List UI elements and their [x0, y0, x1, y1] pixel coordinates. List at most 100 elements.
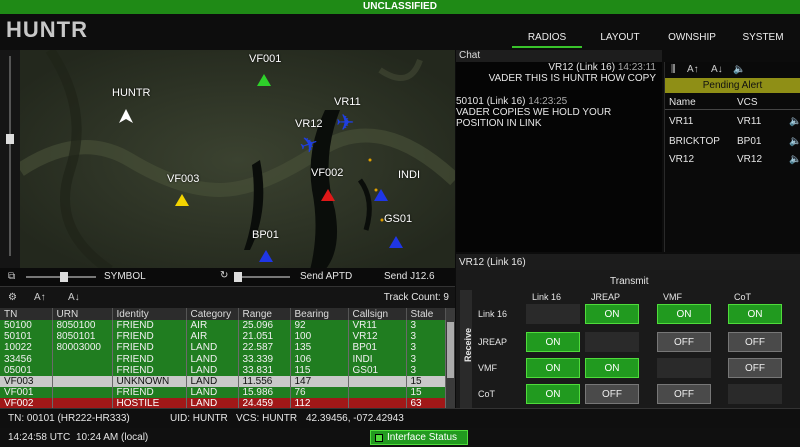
table-scrollbar[interactable]: [446, 308, 455, 408]
column-header[interactable]: TN: [0, 308, 53, 320]
footer-bar: 14:24:58 UTC 10:24 AM (local) Interface …: [0, 428, 800, 447]
scrollbar-thumb[interactable]: [447, 322, 454, 378]
tn-status: TN: 00101 (HR222-HR333): [8, 413, 130, 424]
table-cell: 76: [290, 387, 349, 399]
table-row[interactable]: 10022 80003000 FRIEND LAND 22.587 135 BP01 3: [0, 342, 446, 354]
link-toggle-button[interactable]: ON: [526, 384, 580, 404]
alert-name[interactable]: BRICKTOP: [669, 136, 720, 147]
table-cell: 3: [406, 364, 446, 376]
link-toggle-button[interactable]: OFF: [657, 332, 711, 352]
zoom-slider-handle[interactable]: [6, 134, 14, 144]
sort-ascending-icon[interactable]: A↑: [687, 64, 699, 75]
link-toggle-button[interactable]: OFF: [585, 384, 639, 404]
sort-descending-icon[interactable]: A↓: [711, 64, 723, 75]
friend-ground-marker[interactable]: [389, 236, 403, 248]
link-toggle-button[interactable]: ON: [657, 304, 711, 324]
equalizer-icon[interactable]: ⫼: [671, 64, 676, 75]
table-cell: LAND: [186, 398, 239, 408]
column-header[interactable]: URN: [52, 308, 113, 320]
table-row[interactable]: 50100 8050100 FRIEND AIR 25.096 92 VR11 3: [0, 320, 446, 332]
receive-row-label: Link 16: [478, 309, 508, 319]
link-toggle-button[interactable]: ON: [585, 304, 639, 324]
link-toggle-button[interactable]: ON: [526, 358, 580, 378]
column-header[interactable]: Category: [186, 308, 239, 320]
status-indicator-icon: [375, 434, 383, 442]
ownship-marker[interactable]: [119, 109, 133, 123]
table-cell: LAND: [186, 387, 239, 399]
table-cell: LAND: [186, 342, 239, 354]
tab-radios[interactable]: RADIOS: [512, 32, 582, 48]
send-j126-button[interactable]: Send J12.6: [384, 271, 435, 282]
table-cell: 11.556: [238, 375, 291, 388]
friend-ground-marker[interactable]: [374, 189, 388, 201]
interface-status-button[interactable]: Interface Status: [370, 430, 468, 445]
link-toggle-button[interactable]: ON: [585, 358, 639, 378]
aptd-slider-handle[interactable]: [234, 272, 242, 282]
alert-name[interactable]: VR11: [669, 116, 693, 127]
table-row[interactable]: 05001 FRIEND LAND 33.831 115 GS01 3: [0, 364, 446, 376]
table-cell: [348, 398, 407, 408]
table-cell: 3: [406, 342, 446, 354]
column-header[interactable]: Callsign: [348, 308, 407, 320]
aptd-slider-track[interactable]: [234, 276, 290, 278]
marker-label: BP01: [252, 229, 279, 241]
table-row[interactable]: 33456 FRIEND LAND 33.339 106 INDI 3: [0, 353, 446, 365]
link-toggle-button[interactable]: OFF: [657, 384, 711, 404]
refresh-icon[interactable]: ↻: [220, 270, 228, 281]
table-row[interactable]: VF001 FRIEND LAND 15.986 76 15: [0, 387, 446, 399]
tab-ownship[interactable]: OWNSHIP: [660, 32, 724, 48]
table-cell: 25.096: [238, 320, 291, 332]
friend-ground-marker[interactable]: [259, 250, 273, 262]
column-header[interactable]: Identity: [112, 308, 187, 320]
receive-row-label: JREAP: [478, 337, 508, 347]
speaker-icon[interactable]: 🔈: [789, 116, 800, 127]
alerts-panel: ⫼ A↑ A↓ 🔈 Pending Alert Name VCS VR11 VR…: [664, 62, 800, 252]
layers-icon[interactable]: ⧉: [8, 271, 15, 282]
link-toggle-button[interactable]: OFF: [728, 358, 782, 378]
table-row[interactable]: 50101 8050101 FRIEND AIR 21.051 100 VR12 3: [0, 331, 446, 343]
interface-status-label: Interface Status: [387, 432, 458, 443]
table-cell: [52, 364, 113, 376]
column-header[interactable]: Stale: [406, 308, 446, 320]
pending-alert-banner[interactable]: Pending Alert: [665, 78, 800, 93]
alert-vcs: VR11: [737, 116, 762, 127]
link-panel-title: VR12 (Link 16): [459, 257, 526, 268]
speaker-icon[interactable]: 🔈: [789, 136, 800, 147]
link-cell-disabled: [585, 332, 639, 352]
table-cell: 92: [290, 320, 349, 332]
unknown-marker[interactable]: [175, 194, 189, 206]
tactical-map[interactable]: VF001 HUNTR VR11 ✈ VR12 ✈ VF003 VF002 IN…: [20, 50, 455, 270]
hostile-marker[interactable]: [321, 189, 335, 201]
table-row[interactable]: VF003 UNKNOWN LAND 11.556 147 15: [0, 375, 446, 388]
marker-label: VF003: [167, 173, 200, 185]
chat-panel[interactable]: VR12 (Link 16) 14:23:11 VADER THIS IS HU…: [456, 62, 662, 252]
alert-name[interactable]: VR12: [669, 154, 694, 165]
sort-ascending-icon[interactable]: A↑: [34, 292, 46, 303]
link-toggle-button[interactable]: ON: [728, 304, 782, 324]
link-matrix: Transmit Receive Link 16 JREAP VMF CoT Link …: [456, 270, 800, 408]
table-cell: FRIEND: [112, 320, 187, 332]
track-table: TN URN Identity Category Range Bearing Callsig…: [0, 308, 455, 408]
transmit-column-label: VMF: [663, 292, 682, 302]
speaker-icon[interactable]: 🔈: [733, 64, 745, 75]
sort-descending-icon[interactable]: A↓: [68, 292, 80, 303]
speaker-icon[interactable]: 🔈: [789, 154, 800, 165]
marker-label: GS01: [384, 213, 413, 225]
send-aptd-button[interactable]: Send APTD: [300, 271, 352, 282]
table-cell: [52, 398, 113, 408]
table-cell: VF002: [0, 398, 53, 408]
tab-layout[interactable]: LAYOUT: [588, 32, 652, 48]
link-toggle-button[interactable]: OFF: [728, 332, 782, 352]
column-header[interactable]: Range: [238, 308, 291, 320]
column-header[interactable]: Bearing: [290, 308, 349, 320]
table-row[interactable]: VF002 HOSTILE LAND 24.459 112 63: [0, 398, 446, 408]
table-cell: 33456: [0, 353, 53, 365]
friend-ground-marker[interactable]: [257, 74, 271, 86]
symbol-slider-handle[interactable]: [60, 272, 68, 282]
aircraft-icon[interactable]: ✈: [336, 110, 354, 136]
table-cell: LAND: [186, 353, 239, 365]
utc-time: 14:24:58 UTC: [8, 432, 71, 443]
link-toggle-button[interactable]: ON: [526, 332, 580, 352]
settings-icon[interactable]: ⚙: [8, 292, 17, 303]
tab-system[interactable]: SYSTEM: [730, 32, 796, 48]
